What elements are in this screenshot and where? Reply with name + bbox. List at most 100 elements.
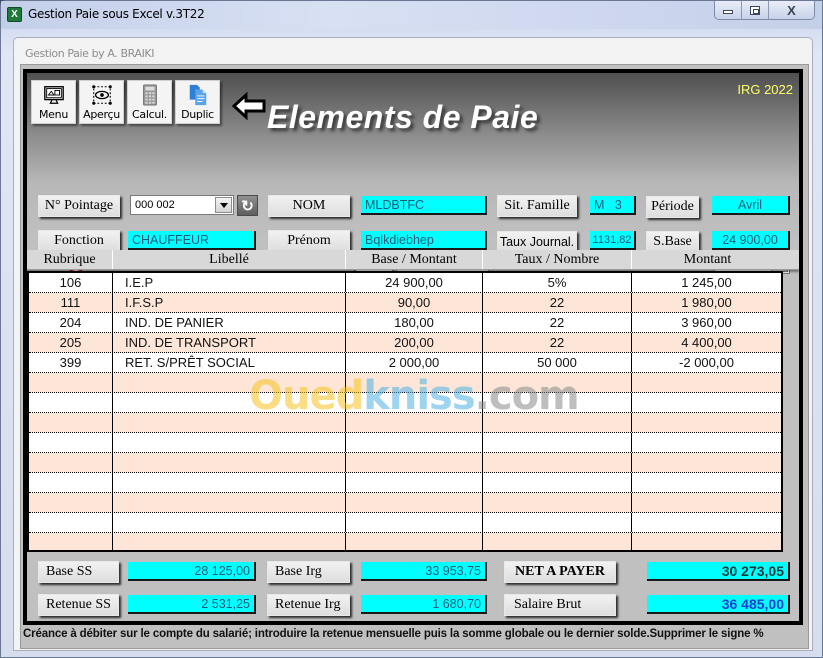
base-cell[interactable]: 2 000,00 bbox=[346, 353, 483, 372]
table-row[interactable]: 204 IND. DE PANIER 180,00 22 3 960,00 bbox=[29, 313, 781, 333]
base-cell[interactable]: 180,00 bbox=[346, 313, 483, 332]
rubrique-cell[interactable]: 205 bbox=[29, 333, 113, 352]
base-cell[interactable] bbox=[346, 433, 483, 452]
base-ss-field[interactable]: 28 125,00 bbox=[128, 562, 256, 581]
montant-cell[interactable]: 1 245,00 bbox=[632, 273, 781, 292]
libelle-cell[interactable]: I.E.P bbox=[113, 273, 346, 292]
libelle-cell[interactable] bbox=[113, 473, 346, 492]
net-a-payer-field[interactable]: 30 273,05 bbox=[647, 562, 790, 581]
fonction-field[interactable]: CHAUFFEUR bbox=[128, 231, 256, 250]
table-row[interactable] bbox=[29, 513, 781, 533]
libelle-cell[interactable] bbox=[113, 453, 346, 472]
table-row[interactable]: 106 I.E.P 24 900,00 5% 1 245,00 bbox=[29, 273, 781, 293]
libelle-cell[interactable] bbox=[113, 413, 346, 432]
periode-field[interactable]: Avril bbox=[712, 196, 790, 215]
table-row[interactable]: 111 I.F.S.P 90,00 22 1 980,00 bbox=[29, 293, 781, 313]
table-row[interactable] bbox=[29, 433, 781, 453]
retenue-irg-field[interactable]: 1 680,70 bbox=[361, 595, 487, 614]
taux-cell[interactable]: 5% bbox=[483, 273, 632, 292]
taux-cell[interactable]: 22 bbox=[483, 293, 632, 312]
rubrique-cell[interactable] bbox=[29, 473, 113, 492]
refresh-button[interactable]: ↻ bbox=[237, 195, 258, 216]
base-cell[interactable] bbox=[346, 473, 483, 492]
rubrique-cell[interactable]: 204 bbox=[29, 313, 113, 332]
montant-cell[interactable] bbox=[632, 493, 781, 512]
libelle-cell[interactable]: IND. DE TRANSPORT bbox=[113, 333, 346, 352]
rubrique-cell[interactable] bbox=[29, 513, 113, 532]
table-row[interactable] bbox=[29, 493, 781, 513]
montant-cell[interactable]: 1 980,00 bbox=[632, 293, 781, 312]
montant-cell[interactable] bbox=[632, 373, 781, 392]
base-cell[interactable] bbox=[346, 373, 483, 392]
montant-cell[interactable] bbox=[632, 473, 781, 492]
nom-field[interactable]: MLDBTFC bbox=[361, 196, 487, 215]
sit-famille-field[interactable]: M 3 bbox=[590, 196, 636, 215]
libelle-cell[interactable]: I.F.S.P bbox=[113, 293, 346, 312]
table-row[interactable] bbox=[29, 473, 781, 493]
taux-cell[interactable] bbox=[483, 453, 632, 472]
taux-cell[interactable]: 50 000 bbox=[483, 353, 632, 372]
base-cell[interactable] bbox=[346, 533, 483, 550]
rubrique-cell[interactable] bbox=[29, 393, 113, 412]
libelle-cell[interactable] bbox=[113, 393, 346, 412]
libelle-cell[interactable]: IND. DE PANIER bbox=[113, 313, 346, 332]
apercu-button[interactable]: Aperçu bbox=[79, 80, 124, 124]
montant-cell[interactable] bbox=[632, 393, 781, 412]
montant-cell[interactable]: -2 000,00 bbox=[632, 353, 781, 372]
rubrique-cell[interactable]: 106 bbox=[29, 273, 113, 292]
base-cell[interactable] bbox=[346, 413, 483, 432]
libelle-cell[interactable] bbox=[113, 493, 346, 512]
montant-cell[interactable] bbox=[632, 413, 781, 432]
table-row[interactable]: 399 RET. S/PRÊT SOCIAL 2 000,00 50 000 -2 00… bbox=[29, 353, 781, 373]
title-bar[interactable]: X Gestion Paie sous Excel v.3T22 X bbox=[1, 1, 822, 29]
close-button[interactable]: X bbox=[769, 1, 814, 19]
duplic-button[interactable]: Duplic bbox=[175, 80, 220, 124]
montant-cell[interactable]: 3 960,00 bbox=[632, 313, 781, 332]
retenue-ss-field[interactable]: 2 531,25 bbox=[128, 595, 256, 614]
calcul-button[interactable]: Calcul. bbox=[127, 80, 172, 124]
pointage-combo[interactable]: 000 002 bbox=[130, 195, 234, 215]
minimize-button[interactable] bbox=[715, 1, 742, 19]
montant-cell[interactable] bbox=[632, 453, 781, 472]
base-cell[interactable] bbox=[346, 493, 483, 512]
montant-cell[interactable] bbox=[632, 433, 781, 452]
table-row[interactable] bbox=[29, 453, 781, 473]
table-row[interactable] bbox=[29, 393, 781, 413]
base-cell[interactable] bbox=[346, 393, 483, 412]
rubrique-cell[interactable]: 399 bbox=[29, 353, 113, 372]
taux-cell[interactable] bbox=[483, 533, 632, 550]
table-row[interactable] bbox=[29, 373, 781, 393]
taux-cell[interactable] bbox=[483, 493, 632, 512]
rubrique-cell[interactable] bbox=[29, 533, 113, 550]
montant-cell[interactable] bbox=[632, 513, 781, 532]
libelle-cell[interactable] bbox=[113, 533, 346, 550]
rubrique-cell[interactable] bbox=[29, 413, 113, 432]
base-cell[interactable] bbox=[346, 513, 483, 532]
salaire-brut-field[interactable]: 36 485,00 bbox=[647, 595, 790, 614]
base-cell[interactable]: 24 900,00 bbox=[346, 273, 483, 292]
base-cell[interactable] bbox=[346, 453, 483, 472]
base-cell[interactable]: 90,00 bbox=[346, 293, 483, 312]
taux-journal-field[interactable]: 1131,82 bbox=[590, 231, 636, 250]
table-row[interactable] bbox=[29, 413, 781, 433]
table-row[interactable]: 205 IND. DE TRANSPORT 200,00 22 4 400,00 bbox=[29, 333, 781, 353]
prenom-field[interactable]: Bqlkdiebhep bbox=[361, 231, 487, 250]
sbase-field[interactable]: 24 900,00 bbox=[712, 231, 790, 250]
maximize-button[interactable] bbox=[742, 1, 769, 19]
rubrique-cell[interactable] bbox=[29, 453, 113, 472]
libelle-cell[interactable] bbox=[113, 433, 346, 452]
rubrique-cell[interactable]: 111 bbox=[29, 293, 113, 312]
taux-cell[interactable]: 22 bbox=[483, 333, 632, 352]
taux-cell[interactable]: 22 bbox=[483, 313, 632, 332]
libelle-cell[interactable] bbox=[113, 513, 346, 532]
libelle-cell[interactable]: RET. S/PRÊT SOCIAL bbox=[113, 353, 346, 372]
taux-cell[interactable] bbox=[483, 513, 632, 532]
chevron-down-icon[interactable] bbox=[215, 197, 232, 213]
base-irg-field[interactable]: 33 953,75 bbox=[361, 562, 487, 581]
rubrique-cell[interactable] bbox=[29, 433, 113, 452]
taux-cell[interactable] bbox=[483, 373, 632, 392]
taux-cell[interactable] bbox=[483, 413, 632, 432]
taux-cell[interactable] bbox=[483, 433, 632, 452]
taux-cell[interactable] bbox=[483, 473, 632, 492]
table-row[interactable] bbox=[29, 533, 781, 550]
